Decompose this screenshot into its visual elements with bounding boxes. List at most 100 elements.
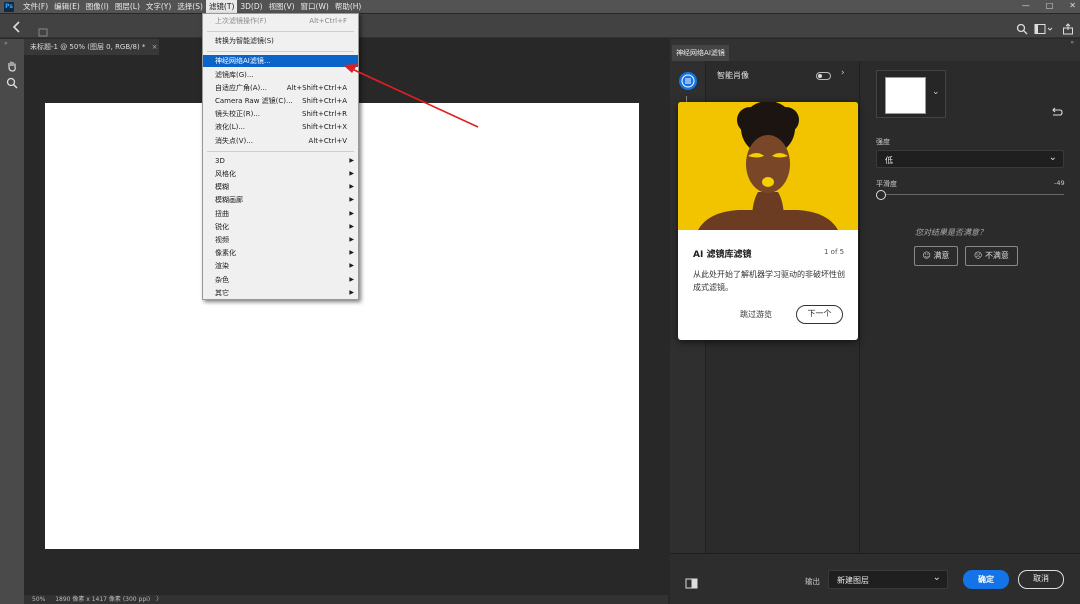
- collapse-toolbar-icon[interactable]: »: [4, 40, 8, 47]
- document-tab[interactable]: 未标题-1 @ 50% (图层 0, RGB/8) * ×: [24, 39, 159, 55]
- filter-menu-item[interactable]: 杂色 ▶: [203, 274, 358, 286]
- menu-item[interactable]: 3D(D): [237, 0, 265, 13]
- submenu-arrow-icon: ▶: [349, 288, 354, 296]
- filter-menu-item[interactable]: 像素化 ▶: [203, 247, 358, 259]
- menu-item-label: 消失点(V)...: [215, 136, 253, 145]
- tour-title: AI 滤镜库滤镜: [693, 250, 752, 260]
- menu-item[interactable]: 滤镜(T): [205, 0, 238, 13]
- filter-menu-item[interactable]: 液化(L)... Shift+Ctrl+X: [203, 121, 358, 133]
- close-tab-button[interactable]: ×: [152, 43, 158, 51]
- menu-item-label: 液化(L)...: [215, 123, 246, 132]
- hand-tool-icon[interactable]: [6, 57, 18, 72]
- workspace-icon[interactable]: [1034, 20, 1054, 34]
- satisfied-label: 满意: [933, 251, 950, 260]
- status-bar: 50% 1890 像素 x 1417 像素 (300 ppi) 〉: [24, 595, 668, 604]
- filter-menu-item[interactable]: 神经网络AI滤镜...: [203, 55, 358, 68]
- all-filters-icon[interactable]: [679, 72, 697, 90]
- menu-item[interactable]: 选择(S): [174, 0, 206, 13]
- panel-tab-bar: »: [670, 39, 1080, 61]
- status-zoom[interactable]: 50%: [32, 596, 45, 603]
- filter-menu-item[interactable]: 3D ▶: [203, 155, 358, 167]
- chevron-down-icon: ⌄: [1048, 152, 1057, 163]
- menu-separator: [207, 150, 354, 152]
- menu-item-shortcut: Alt+Shift+Ctrl+A: [286, 83, 347, 92]
- minimize-button[interactable]: —: [1022, 0, 1030, 12]
- menu-item[interactable]: 图层(L): [112, 0, 143, 13]
- zoom-tool-icon[interactable]: [6, 74, 18, 89]
- filter-item-smart-portrait[interactable]: 智能肖像 ›: [706, 67, 860, 85]
- cancel-button[interactable]: 取消: [1018, 570, 1064, 589]
- filter-toggle[interactable]: [816, 72, 831, 80]
- filter-menu-item[interactable]: 模糊画廊 ▶: [203, 194, 358, 206]
- document-tab-title: 未标题-1 @ 50% (图层 0, RGB/8) *: [30, 43, 146, 51]
- strength-select[interactable]: 低 ⌄: [876, 150, 1064, 168]
- back-arrow-icon[interactable]: [10, 19, 24, 33]
- next-button[interactable]: 下一个: [796, 305, 843, 324]
- photoshop-logo: Ps: [4, 1, 14, 12]
- submenu-arrow-icon: ▶: [349, 262, 354, 270]
- preview-swatch[interactable]: ⌄: [876, 70, 946, 118]
- filter-menu-item[interactable]: 自适应广角(A)... Alt+Shift+Ctrl+A: [203, 82, 358, 94]
- menu-item[interactable]: 窗口(W): [298, 0, 332, 13]
- menu-item-label: Camera Raw 滤镜(C)...: [215, 97, 293, 105]
- filter-menu-item[interactable]: 渲染 ▶: [203, 260, 358, 272]
- window-controls: — □ ✕: [1022, 0, 1076, 12]
- output-label: 输出: [805, 577, 820, 586]
- tour-body: 从此处开始了解机器学习驱动的非破坏性创成式滤镜。: [693, 270, 845, 292]
- filter-menu-item[interactable]: 风格化 ▶: [203, 168, 358, 180]
- skip-tour-link[interactable]: 跳过游览: [740, 309, 772, 320]
- tour-popover: AI 滤镜库滤镜 1 of 5 从此处开始了解机器学习驱动的非破坏性创成式滤镜。…: [678, 102, 858, 340]
- close-window-button[interactable]: ✕: [1069, 0, 1076, 12]
- filter-menu-item[interactable]: Camera Raw 滤镜(C)... Shift+Ctrl+A: [203, 95, 358, 107]
- tools-panel: »: [0, 39, 24, 604]
- submenu-arrow-icon: ▶: [349, 222, 354, 230]
- menu-item-label: 像素化: [215, 249, 236, 258]
- filter-menu-item[interactable]: 视频 ▶: [203, 234, 358, 246]
- menu-item-label: 镜头校正(R)...: [215, 110, 261, 119]
- smoothness-slider-handle[interactable]: [876, 190, 886, 200]
- share-icon[interactable]: [1062, 20, 1074, 35]
- filter-settings: ⌄ 强度 低 ⌄ 平滑度 -49 您对结果是否满意？ ☺ 满意 ☹ 不满意: [860, 61, 1080, 553]
- smoothness-slider-track[interactable]: [880, 194, 1064, 195]
- submenu-arrow-icon: ▶: [349, 209, 354, 217]
- menu-item[interactable]: 编辑(E): [51, 0, 83, 13]
- compare-view-icon[interactable]: [685, 574, 698, 589]
- panel-collapse-icon[interactable]: »: [1070, 39, 1074, 46]
- submenu-arrow-icon: ▶: [349, 275, 354, 283]
- tour-counter: 1 of 5: [824, 248, 845, 256]
- menu-item[interactable]: 视图(V): [266, 0, 298, 13]
- search-icon[interactable]: [1016, 20, 1028, 35]
- menu-item[interactable]: 帮助(H): [332, 0, 365, 13]
- options-bar: [0, 14, 1080, 38]
- status-expand-icon[interactable]: 〉: [156, 596, 162, 603]
- menu-item-shortcut: Shift+Ctrl+R: [302, 110, 347, 119]
- tour-portrait-image: [678, 102, 858, 230]
- menu-item-label: 扭曲: [215, 209, 229, 218]
- status-doc-info: 1890 像素 x 1417 像素 (300 ppi): [55, 596, 151, 603]
- menu-item[interactable]: 文字(Y): [143, 0, 174, 13]
- ok-button[interactable]: 确定: [963, 570, 1009, 589]
- filter-menu-item[interactable]: 扭曲 ▶: [203, 208, 358, 220]
- tool-preset-icon[interactable]: [38, 22, 48, 37]
- chevron-down-icon[interactable]: ⌄: [932, 87, 940, 97]
- filter-item-label: 智能肖像: [717, 71, 749, 80]
- filter-menu-item[interactable]: 消失点(V)... Alt+Ctrl+V: [203, 135, 358, 147]
- filter-menu-item[interactable]: 滤镜库(G)...: [203, 69, 358, 81]
- reset-icon[interactable]: [1050, 103, 1064, 116]
- menu-separator: [207, 31, 354, 33]
- panel-tab-neural-filters[interactable]: 神经网络AI滤镜: [672, 45, 729, 61]
- maximize-button[interactable]: □: [1046, 0, 1054, 12]
- satisfied-button[interactable]: ☺ 满意: [914, 246, 958, 266]
- filter-menu-item[interactable]: 锐化 ▶: [203, 221, 358, 233]
- output-select[interactable]: 新建图层 ⌄: [828, 570, 948, 589]
- filter-menu-item[interactable]: 其它 ▶: [203, 287, 358, 299]
- menu-item-label: 渲染: [215, 262, 229, 271]
- menu-item[interactable]: 图像(I): [83, 0, 112, 13]
- strength-label: 强度: [876, 138, 890, 146]
- unsatisfied-button[interactable]: ☹ 不满意: [965, 246, 1018, 266]
- filter-menu-item: 上次滤镜操作(F) Alt+Ctrl+F: [203, 15, 358, 27]
- filter-menu-item[interactable]: 镜头校正(R)... Shift+Ctrl+R: [203, 108, 358, 120]
- menu-item[interactable]: 文件(F): [20, 0, 51, 13]
- filter-menu-item[interactable]: 转换为智能滤镜(S): [203, 35, 358, 47]
- filter-menu-item[interactable]: 模糊 ▶: [203, 181, 358, 193]
